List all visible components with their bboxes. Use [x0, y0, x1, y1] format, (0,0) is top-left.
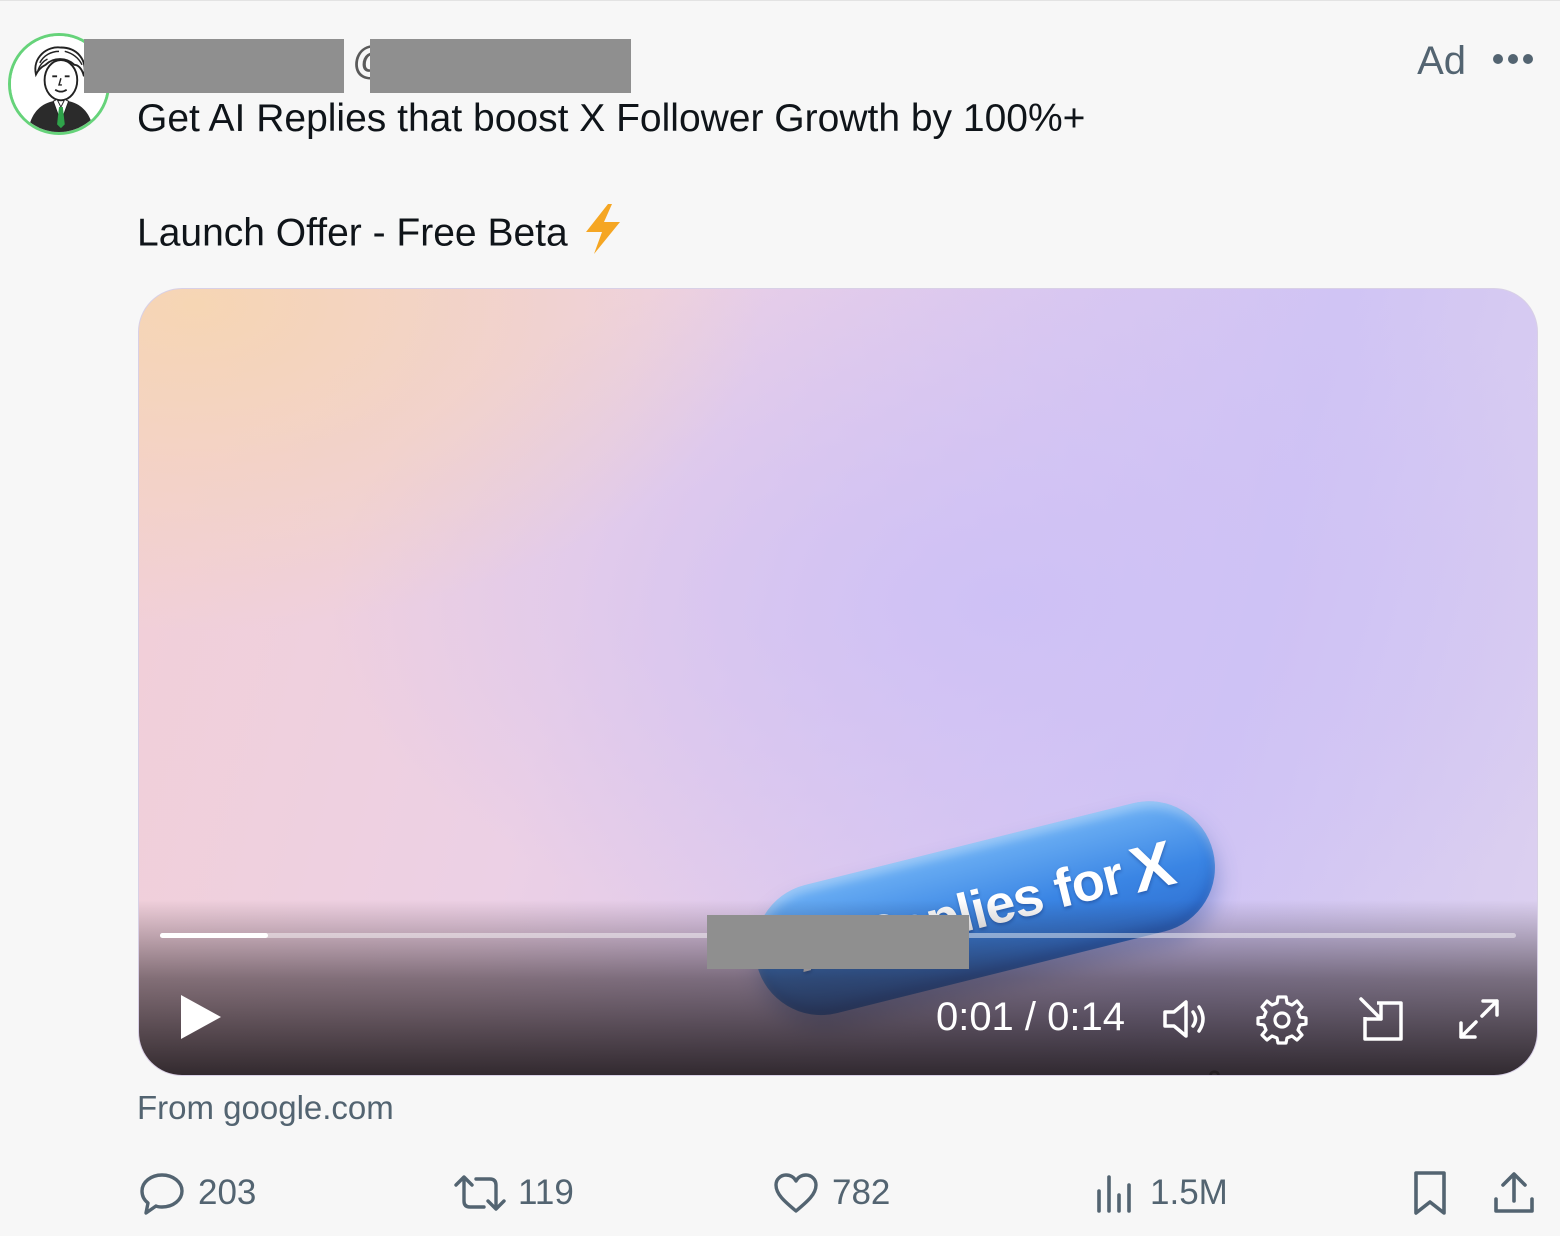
video-player[interactable]: AI Replies for X 0:01 / 0:14 — [138, 288, 1538, 1076]
fullscreen-icon — [1459, 999, 1499, 1039]
tweet-text-line-1: Get AI Replies that boost X Follower Gro… — [137, 97, 1086, 140]
share-button[interactable] — [1490, 1165, 1538, 1221]
picture-in-picture-button[interactable] — [1355, 993, 1407, 1045]
reply-count: 203 — [198, 1173, 257, 1212]
redacted-caption — [707, 915, 969, 969]
more-options-button[interactable] — [1490, 41, 1536, 77]
like-button[interactable]: 782 — [772, 1165, 890, 1221]
volume-icon — [1163, 1000, 1205, 1038]
like-count: 782 — [832, 1173, 891, 1212]
tweet-text-line-2-label: Launch Offer - Free Beta — [137, 211, 568, 255]
picture-in-picture-icon — [1359, 997, 1403, 1041]
bookmark-button[interactable] — [1408, 1165, 1452, 1221]
view-count: 1.5M — [1150, 1173, 1228, 1212]
redacted-display-name — [84, 39, 344, 93]
more-dots-icon — [1493, 54, 1533, 64]
repost-button[interactable]: 119 — [454, 1165, 574, 1221]
repost-count: 119 — [518, 1173, 574, 1212]
reply-bubble-icon — [140, 1173, 184, 1215]
action-bar: 203 119 782 1.5M — [0, 1165, 1560, 1221]
share-upload-icon — [1494, 1172, 1534, 1213]
bookmark-icon — [1414, 1171, 1446, 1215]
video-time-display: 0:01 / 0:14 — [935, 995, 1125, 1039]
play-button[interactable] — [177, 991, 225, 1043]
ad-post: @ Ad Get AI Replies that boost X Followe… — [0, 0, 1560, 1236]
repost-icon — [454, 1175, 506, 1211]
lightning-bolt-icon — [580, 202, 626, 268]
volume-button[interactable] — [1159, 993, 1211, 1045]
heart-icon — [774, 1173, 818, 1213]
settings-button[interactable] — [1256, 993, 1308, 1045]
redacted-handle — [370, 39, 631, 93]
fullscreen-button[interactable] — [1453, 993, 1505, 1045]
views-bar-chart-icon — [1097, 1175, 1131, 1213]
settings-gear-icon — [1256, 995, 1308, 1045]
ad-label: Ad — [1417, 39, 1466, 83]
play-icon — [181, 995, 221, 1039]
video-progress-fill — [160, 933, 269, 938]
views-button[interactable]: 1.5M — [1094, 1165, 1228, 1221]
tweet-text-line-2: Launch Offer - Free Beta — [137, 202, 626, 268]
reply-button[interactable]: 203 — [138, 1165, 256, 1221]
ad-source-link[interactable]: From google.com — [137, 1086, 394, 1130]
pill-x-label: X — [1122, 826, 1181, 907]
